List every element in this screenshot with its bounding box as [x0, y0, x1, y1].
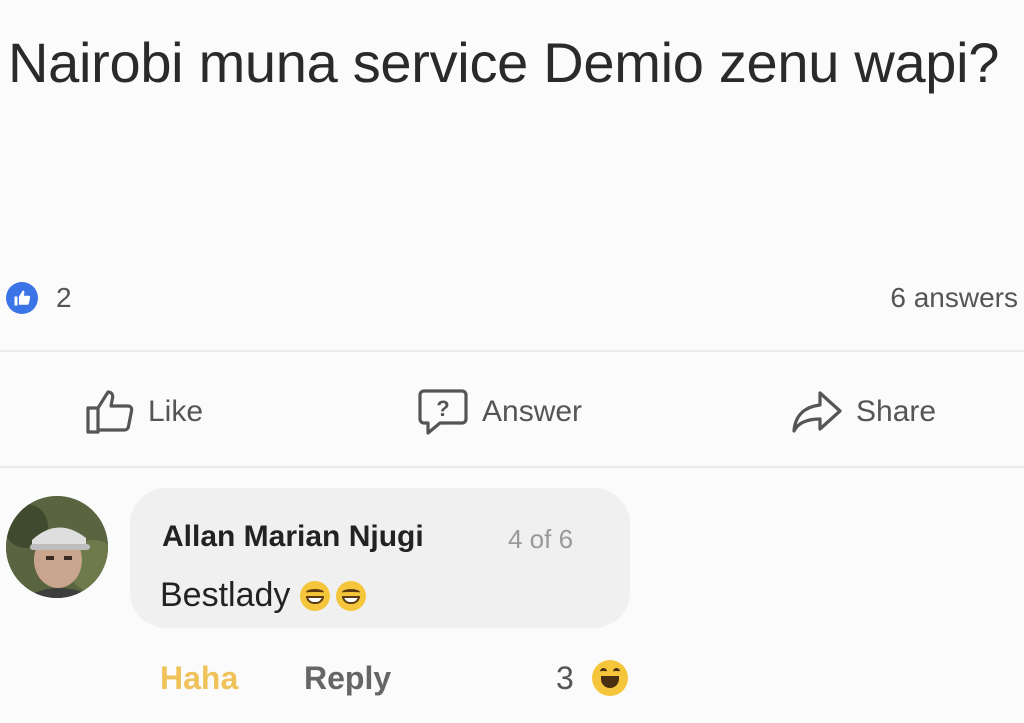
haha-reaction-button[interactable]: Haha [160, 660, 238, 697]
like-button[interactable]: Like [84, 380, 203, 444]
share-arrow-icon [792, 391, 842, 433]
comment-body: Bestlady [160, 576, 291, 614]
answer-label: Answer [482, 395, 583, 428]
avatar[interactable] [6, 496, 108, 598]
comment-actions: Haha Reply 3 [0, 652, 1024, 702]
like-count: 2 [56, 282, 72, 313]
like-reaction-badge[interactable] [6, 280, 52, 316]
comment-author[interactable]: Allan Marian Njugi [162, 520, 424, 554]
post-actions: Like ? Answer Share [0, 380, 1024, 444]
svg-text:?: ? [436, 396, 449, 421]
stats-row: 2 6 answers [0, 276, 1024, 320]
haha-emoji-icon[interactable] [592, 660, 628, 696]
reply-button[interactable]: Reply [304, 660, 391, 697]
comment-bubble: Allan Marian Njugi 4 of 6 Bestlady [130, 488, 630, 628]
thumbs-up-outline-icon [86, 390, 134, 434]
post-question: Nairobi muna service Demio zenu wapi? [8, 31, 1000, 94]
laughing-emoji-icon [300, 580, 331, 611]
divider [0, 466, 1024, 468]
reaction-count: 3 [556, 660, 574, 696]
thumbs-up-icon [6, 282, 38, 314]
share-button[interactable]: Share [790, 380, 936, 444]
divider [0, 350, 1024, 352]
comment-text: Bestlady [160, 576, 367, 615]
like-label: Like [148, 395, 204, 428]
question-bubble-icon: ? [418, 389, 468, 435]
answer-button[interactable]: ? Answer [416, 380, 582, 444]
laughing-emoji-icon [336, 580, 367, 611]
comment: Allan Marian Njugi 4 of 6 Bestlady [0, 488, 1024, 628]
comment-position: 4 of 6 [508, 524, 574, 554]
share-label: Share [856, 395, 937, 428]
answers-count[interactable]: 6 answers [890, 282, 1018, 314]
